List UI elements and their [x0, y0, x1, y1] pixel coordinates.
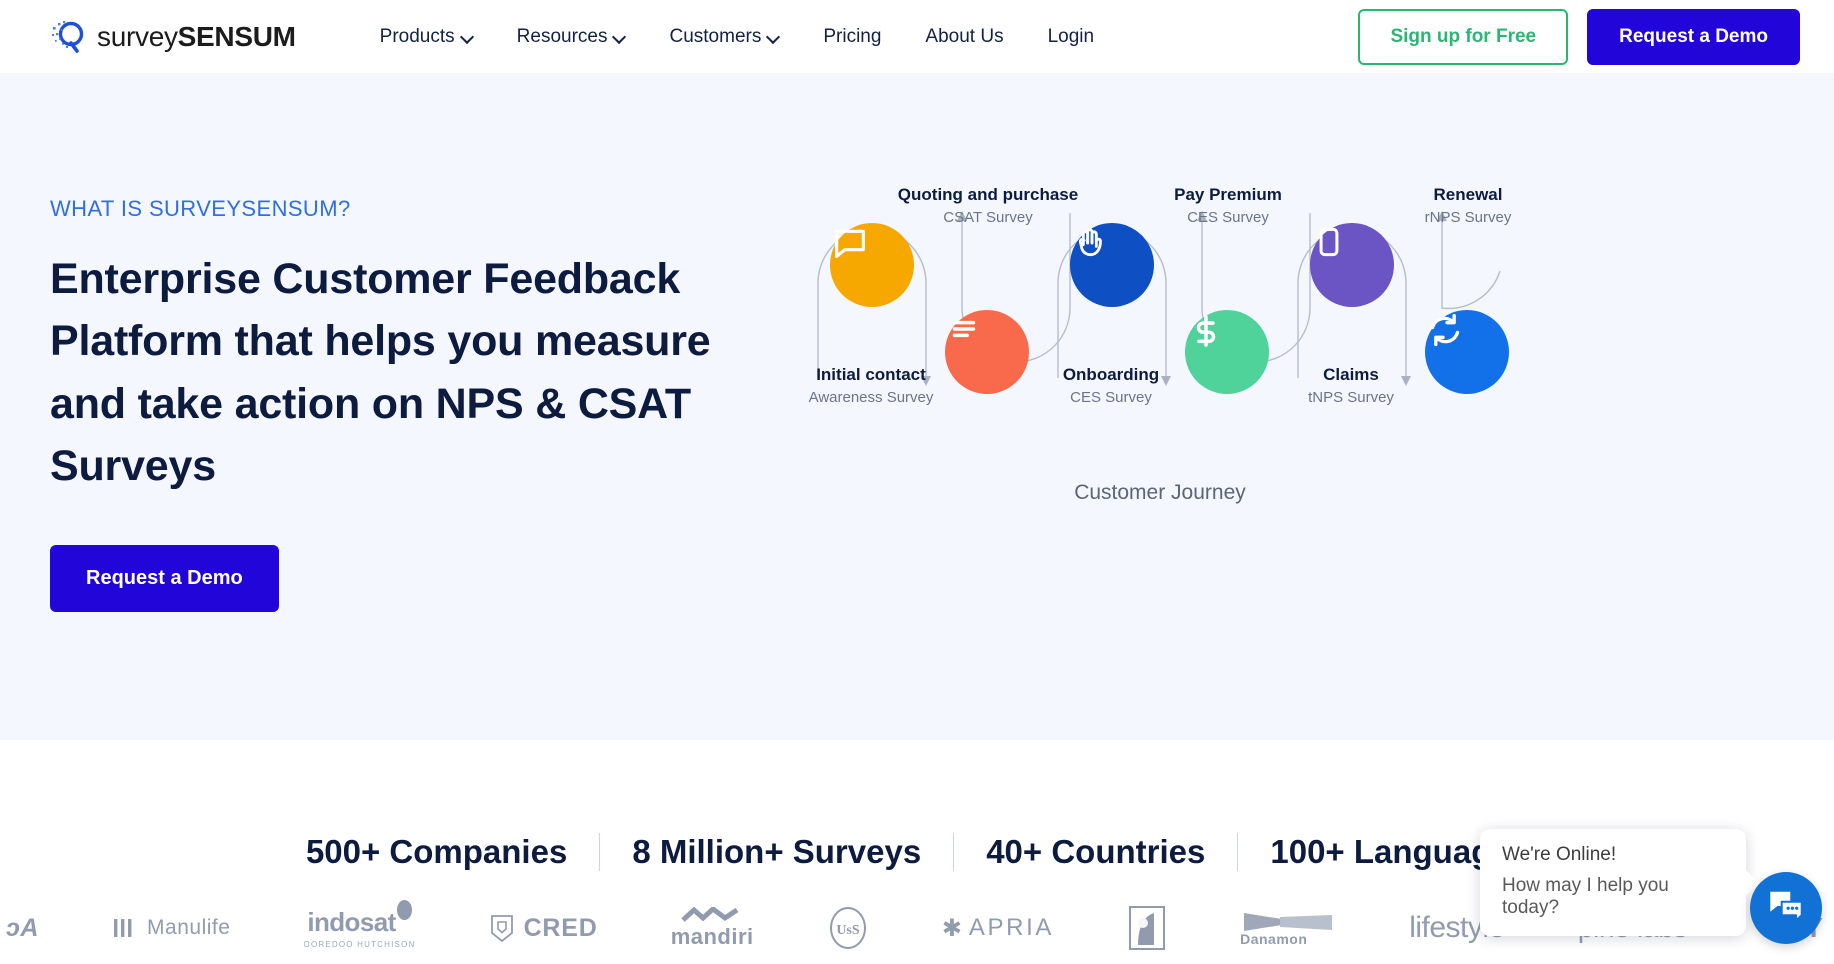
journey-label-quoting-purchase: Quoting and purchase CSAT Survey — [893, 185, 1083, 226]
mandiri-logo-text: mandiri — [670, 923, 754, 949]
chevron-down-icon — [768, 31, 779, 42]
journey-subtitle-onboarding: CES Survey — [1070, 388, 1152, 406]
mandiri-waves-icon — [681, 906, 739, 922]
stats-row: 500+ Companies 8 Million+ Surveys 40+ Co… — [274, 833, 1560, 871]
surveysensum-logo-icon — [50, 18, 88, 56]
journey-label-claims: Claims tNPS Survey — [1256, 365, 1446, 406]
indosat-logo: indosat OOREDOO HUTCHISON — [303, 900, 416, 949]
journey-subtitle-initial-contact: Awareness Survey — [808, 388, 934, 406]
svg-text:UsS: UsS — [836, 923, 860, 938]
hero-copy: WHAT IS SURVEYSENSUM? Enterprise Custome… — [0, 73, 790, 613]
chat-messages-icon — [1766, 886, 1806, 931]
journey-subtitle-claims: tNPS Survey — [1308, 388, 1394, 406]
nav-label-login: Login — [1047, 25, 1095, 47]
chevron-down-icon — [614, 31, 625, 42]
journey-caption: Customer Journey — [1074, 481, 1246, 504]
stat-companies: 500+ Companies — [305, 833, 568, 870]
journey-label-renewal: Renewal rNPS Survey — [1373, 185, 1563, 226]
journey-label-pay-premium: Pay Premium CES Survey — [1133, 185, 1323, 226]
cred-logo-text: CRED — [523, 913, 598, 942]
chat-greeting-line1: We're Online! — [1502, 844, 1617, 865]
kapal-api-mark-icon — [1129, 906, 1166, 950]
journey-node-initial-contact — [830, 223, 914, 307]
brand-name-light: survey — [97, 20, 178, 52]
journey-title-claims: Claims — [1323, 365, 1379, 384]
journey-node-renewal — [1425, 310, 1509, 394]
journey-title-renewal: Renewal — [1433, 185, 1503, 204]
chat-greeting-bubble[interactable]: We're Online! How may I help you today? — [1480, 829, 1746, 936]
nav-label-pricing: Pricing — [823, 25, 882, 47]
nav-label-products: Products — [379, 25, 455, 47]
apria-star-icon: ✱ — [941, 914, 962, 942]
page-title: Enterprise Customer Feedback Platform th… — [50, 255, 711, 491]
manulife-logo: Manulife — [112, 916, 230, 940]
danamon-logo: Danamon — [1240, 909, 1336, 947]
cred-shield-icon — [490, 915, 513, 943]
apria-logo-text: APRIA — [968, 914, 1054, 941]
manulife-mark-icon — [114, 919, 132, 937]
brand-name: surveySENSUM — [97, 21, 296, 53]
mandiri-logo: mandiri — [670, 906, 754, 950]
danamon-logo-text: Danamon — [1240, 931, 1308, 947]
top-navigation-bar: surveySENSUM Products Resources Customer… — [0, 0, 1834, 73]
journey-title-onboarding: Onboarding — [1062, 365, 1160, 384]
uss-logo: UsS — [827, 905, 869, 951]
nav-item-customers[interactable]: Customers — [647, 18, 801, 56]
manulife-logo-text: Manulife — [147, 916, 231, 939]
indosat-logo-subtext: OOREDOO HUTCHISON — [303, 940, 416, 949]
nav-item-pricing[interactable]: Pricing — [801, 18, 903, 56]
indosat-dot-icon — [396, 900, 412, 920]
nav-item-resources[interactable]: Resources — [495, 18, 648, 56]
journey-title-initial-contact: Initial contact — [816, 365, 926, 384]
journey-label-initial-contact: Initial contact Awareness Survey — [776, 365, 966, 406]
bata-logo-text: ɔA — [6, 913, 39, 942]
stat-surveys: 8 Million+ Surveys — [599, 833, 953, 871]
journey-node-claims — [1310, 223, 1394, 307]
bata-logo: ɔA — [6, 914, 39, 943]
journey-subtitle-pay-premium: CES Survey — [1187, 208, 1269, 226]
chat-launcher-button[interactable] — [1750, 872, 1822, 944]
journey-node-onboarding — [1070, 223, 1154, 307]
nav-label-about-us: About Us — [925, 25, 1004, 47]
hero-section: WHAT IS SURVEYSENSUM? Enterprise Custome… — [0, 73, 1834, 740]
stat-countries: 40+ Countries — [953, 833, 1237, 871]
nav-item-about-us[interactable]: About Us — [903, 18, 1025, 56]
uss-oval-icon: UsS — [829, 907, 866, 949]
kapal-api-logo — [1127, 905, 1167, 951]
hero-illustration: Initial contact Awareness Survey Quoting… — [790, 73, 1834, 504]
journey-title-quoting-purchase: Quoting and purchase — [897, 185, 1079, 204]
nav-label-customers: Customers — [669, 25, 762, 47]
brand-logo[interactable]: surveySENSUM — [50, 18, 296, 56]
nav-actions: Sign up for Free Request a Demo — [1358, 8, 1800, 65]
nav-item-products[interactable]: Products — [358, 18, 495, 56]
chat-greeting-line2: How may I help you today? — [1502, 875, 1669, 918]
journey-title-pay-premium: Pay Premium — [1174, 185, 1282, 204]
journey-subtitle-quoting-purchase: CSAT Survey — [943, 208, 1033, 226]
nav-item-login[interactable]: Login — [1026, 18, 1117, 56]
nav-label-resources: Resources — [516, 25, 608, 47]
brand-name-bold: SENSUM — [177, 20, 296, 52]
journey-label-onboarding: Onboarding CES Survey — [1016, 365, 1206, 406]
journey-subtitle-renewal: rNPS Survey — [1424, 208, 1512, 226]
request-a-demo-hero-button[interactable]: Request a Demo — [50, 545, 279, 613]
apria-logo: ✱ APRIA — [942, 914, 1054, 943]
request-a-demo-nav-button[interactable]: Request a Demo — [1587, 8, 1800, 65]
cred-logo: CRED — [489, 913, 598, 943]
signup-for-free-button[interactable]: Sign up for Free — [1358, 8, 1569, 65]
indosat-logo-text: indosat — [307, 907, 396, 937]
primary-nav: Products Resources Customers Pricing Abo… — [358, 18, 1116, 56]
customer-journey-diagram: Initial contact Awareness Survey Quoting… — [800, 185, 1520, 504]
hero-eyebrow: WHAT IS SURVEYSENSUM? — [50, 196, 351, 221]
chevron-down-icon — [462, 31, 473, 42]
